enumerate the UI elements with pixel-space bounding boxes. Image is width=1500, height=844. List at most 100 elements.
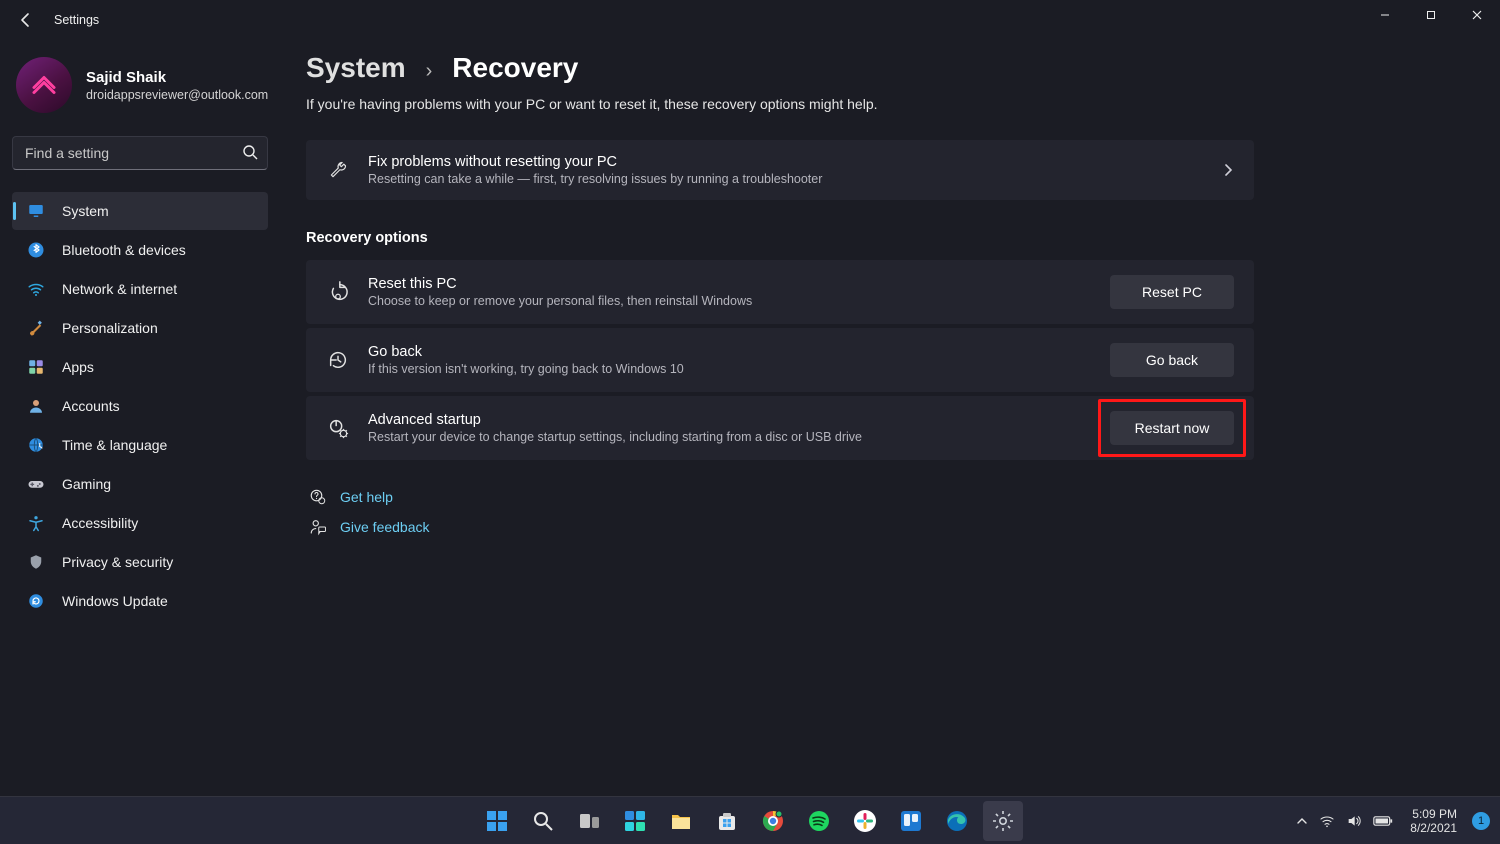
give-feedback-link[interactable]: Give feedback [306,518,1286,536]
wifi-icon[interactable] [1319,813,1335,829]
reset-pc-button[interactable]: Reset PC [1110,275,1234,309]
goback-title: Go back [368,344,684,360]
window-title: Settings [54,13,99,27]
wifi-icon [26,279,46,299]
account-block[interactable]: Sajid Shaik droidappsreviewer@outlook.co… [12,52,268,118]
main-content: System › Recovery If you're having probl… [306,52,1286,536]
sidebar-item-label: Windows Update [62,593,168,609]
feedback-label: Give feedback [340,519,430,535]
notification-badge[interactable]: 1 [1472,812,1490,830]
trello-button[interactable] [891,801,931,841]
taskbar-search-button[interactable] [523,801,563,841]
back-button[interactable] [16,10,36,30]
avatar [16,57,72,113]
start-button[interactable] [477,801,517,841]
sidebar-item-privacy-security[interactable]: Privacy & security [12,543,268,581]
sidebar-item-apps[interactable]: Apps [12,348,268,386]
user-name: Sajid Shaik [86,69,268,86]
brush-icon [26,318,46,338]
search-input[interactable] [12,136,268,170]
microsoft-store-button[interactable] [707,801,747,841]
go-back-button[interactable]: Go back [1110,343,1234,377]
reset-desc: Choose to keep or remove your personal f… [368,294,752,308]
slack-button[interactable] [845,801,885,841]
sidebar: Sajid Shaik droidappsreviewer@outlook.co… [0,42,280,621]
sidebar-item-bluetooth-devices[interactable]: Bluetooth & devices [12,231,268,269]
settings-taskbar-button[interactable] [983,801,1023,841]
page-subtitle: If you're having problems with your PC o… [306,96,1286,112]
get-help-label: Get help [340,489,393,505]
battery-icon[interactable] [1373,814,1393,828]
advanced-desc: Restart your device to change startup se… [368,430,862,444]
chevron-right-icon: › [422,60,437,83]
accessibility-icon [26,513,46,533]
sidebar-item-label: Gaming [62,476,111,492]
sidebar-item-label: Personalization [62,320,158,336]
clock[interactable]: 5:09 PM 8/2/2021 [1410,807,1457,835]
history-icon [326,348,350,372]
go-back-row: Go back If this version isn't working, t… [306,328,1254,392]
chrome-button[interactable] [753,801,793,841]
sidebar-item-label: Apps [62,359,94,375]
sidebar-item-label: Accounts [62,398,120,414]
globe-icon [26,435,46,455]
breadcrumb-parent[interactable]: System [306,52,406,84]
sidebar-item-time-language[interactable]: Time & language [12,426,268,464]
taskbar: 5:09 PM 8/2/2021 1 [0,796,1500,844]
gamepad-icon [26,474,46,494]
restart-now-button[interactable]: Restart now [1110,411,1234,445]
minimize-button[interactable] [1362,0,1408,30]
fix-card-desc: Resetting can take a while — first, try … [368,172,822,186]
reset-this-pc-row: Reset this PC Choose to keep or remove y… [306,260,1254,324]
sidebar-item-accessibility[interactable]: Accessibility [12,504,268,542]
breadcrumb: System › Recovery [306,52,1286,84]
update-icon [26,591,46,611]
titlebar: Settings [0,0,1500,40]
user-email: droidappsreviewer@outlook.com [86,88,268,102]
nav: System Bluetooth & devices Network & inter… [12,192,268,620]
section-title: Recovery options [306,230,1286,246]
sidebar-item-label: Bluetooth & devices [62,242,186,258]
fix-card-title: Fix problems without resetting your PC [368,154,822,170]
advanced-title: Advanced startup [368,412,862,428]
maximize-button[interactable] [1408,0,1454,30]
sidebar-item-label: Time & language [62,437,167,453]
clock-date: 8/2/2021 [1410,821,1457,835]
widgets-button[interactable] [615,801,655,841]
sidebar-item-personalization[interactable]: Personalization [12,309,268,347]
wrench-icon [326,158,350,182]
sidebar-item-network-internet[interactable]: Network & internet [12,270,268,308]
person-icon [26,396,46,416]
volume-icon[interactable] [1346,813,1362,829]
help-icon [306,488,330,506]
spotify-button[interactable] [799,801,839,841]
power-gear-icon [326,416,350,440]
feedback-icon [306,518,330,536]
get-help-link[interactable]: Get help [306,488,1286,506]
task-view-button[interactable] [569,801,609,841]
window-controls [1362,0,1500,30]
sidebar-item-system[interactable]: System [12,192,268,230]
file-explorer-button[interactable] [661,801,701,841]
sidebar-item-gaming[interactable]: Gaming [12,465,268,503]
sidebar-item-label: Network & internet [62,281,177,297]
sidebar-item-label: System [62,203,109,219]
sidebar-item-windows-update[interactable]: Windows Update [12,582,268,620]
page-title: Recovery [452,52,578,84]
sidebar-item-accounts[interactable]: Accounts [12,387,268,425]
goback-desc: If this version isn't working, try going… [368,362,684,376]
fix-problems-card[interactable]: Fix problems without resetting your PC R… [306,140,1254,200]
search-icon [242,144,258,160]
clock-time: 5:09 PM [1410,807,1457,821]
edge-button[interactable] [937,801,977,841]
shield-icon [26,552,46,572]
system-tray: 5:09 PM 8/2/2021 1 [1296,807,1490,835]
apps-icon [26,357,46,377]
bluetooth-icon [26,240,46,260]
sidebar-item-label: Privacy & security [62,554,173,570]
reset-title: Reset this PC [368,276,752,292]
chevron-right-icon [1222,164,1234,176]
close-button[interactable] [1454,0,1500,30]
sidebar-item-label: Accessibility [62,515,138,531]
tray-overflow-icon[interactable] [1296,815,1308,827]
